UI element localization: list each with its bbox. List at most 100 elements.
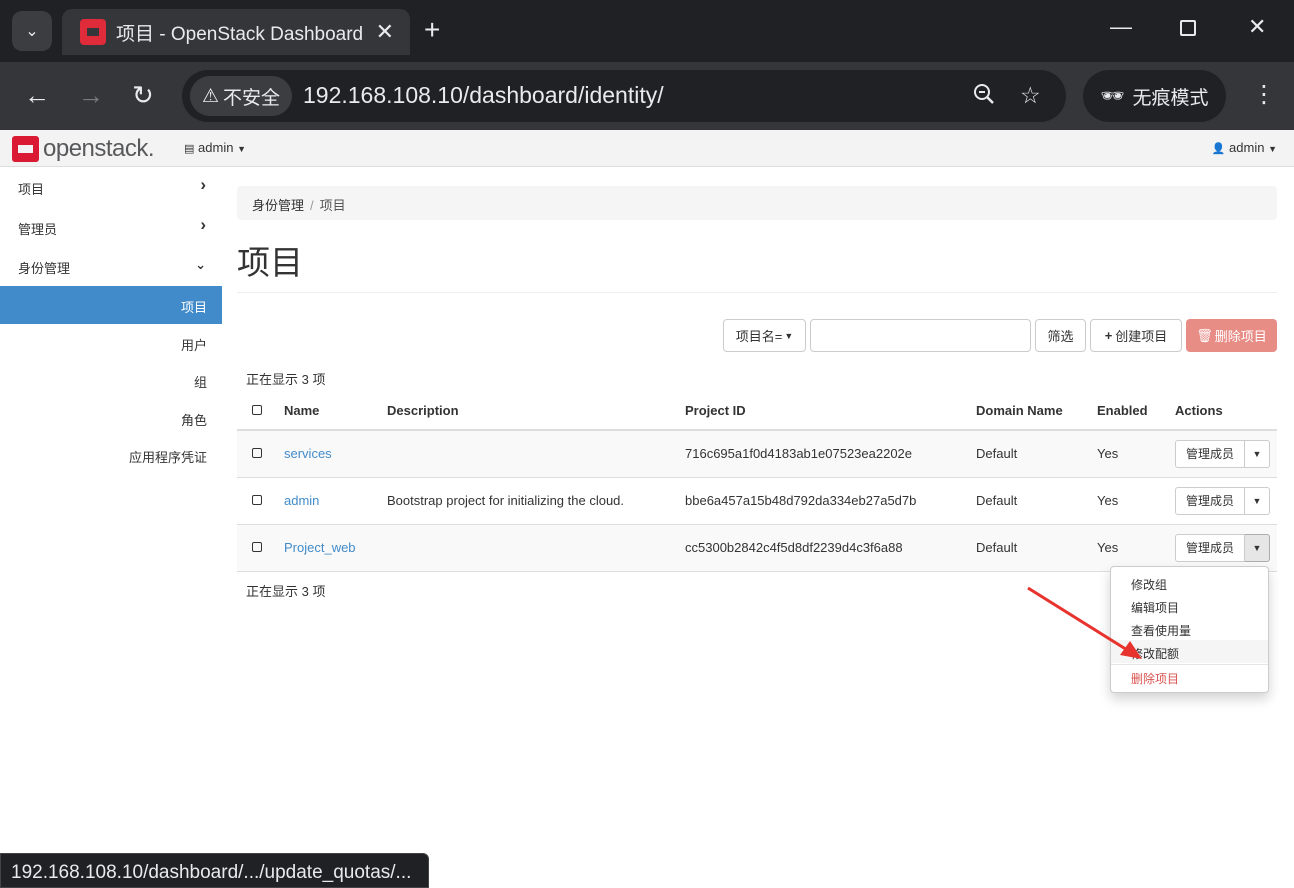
breadcrumb-current: 项目 <box>319 198 346 213</box>
status-bar-url: 192.168.108.10/dashboard/.../update_quot… <box>0 853 429 888</box>
item-count: 正在显示 3 项 <box>246 372 326 387</box>
window-close-icon[interactable]: ✕ <box>1248 14 1266 40</box>
security-label: 不安全 <box>223 87 281 109</box>
chevron-down-icon: ⌄ <box>195 257 206 272</box>
openstack-header: openstack. ▤ admin ▼ 👤 admin ▼ <box>0 130 1294 167</box>
create-project-button[interactable]: + 创建项目 <box>1090 319 1182 352</box>
table-row: admin Bootstrap project for initializing… <box>237 477 1277 525</box>
row-actions: 管理成员 ▼ <box>1175 439 1271 468</box>
sidebar-subitem-roles[interactable]: 角色 <box>181 410 207 429</box>
browser-menu-icon[interactable]: ⋮ <box>1252 80 1276 109</box>
project-enabled: Yes <box>1097 524 1175 572</box>
sidebar-item-admin[interactable]: 管理员 › <box>0 207 222 245</box>
sidebar-subitem-groups[interactable]: 组 <box>194 372 207 391</box>
openstack-logo[interactable]: openstack. <box>12 135 155 163</box>
manage-members-button[interactable]: 管理成员 <box>1175 439 1246 468</box>
plus-icon: + <box>1104 328 1113 343</box>
close-icon[interactable]: ✕ <box>376 19 394 45</box>
project-id: cc5300b2842c4f5d8df2239d4c3f6a88 <box>685 524 976 572</box>
back-arrow-icon[interactable]: ← <box>24 80 50 111</box>
manage-members-button[interactable]: 管理成员 <box>1175 486 1246 515</box>
user-menu-label: admin <box>1229 140 1265 155</box>
filter-button[interactable]: 筛选 <box>1035 319 1086 352</box>
project-name-link[interactable]: services <box>284 446 332 461</box>
project-domain: Default <box>976 430 1097 478</box>
browser-tab-bar: ⌄ 项目 - OpenStack Dashboard ✕ + — ✕ <box>0 0 1294 62</box>
filter-field-dropdown[interactable]: 项目名= ▼ <box>723 319 806 352</box>
sidebar-item-project[interactable]: 项目 › <box>0 167 222 205</box>
manage-members-button[interactable]: 管理成员 <box>1175 533 1246 562</box>
incognito-indicator[interactable]: 🕶 无痕模式 <box>1083 70 1226 122</box>
bookmark-star-icon[interactable]: ☆ <box>1020 82 1041 109</box>
row-checkbox[interactable] <box>252 495 262 505</box>
browser-tab[interactable]: 项目 - OpenStack Dashboard ✕ <box>62 9 410 55</box>
new-tab-icon[interactable]: + <box>424 14 440 46</box>
user-menu[interactable]: 👤 admin ▼ <box>1212 140 1277 155</box>
row-checkbox[interactable] <box>252 448 262 459</box>
chevron-down-icon: ⌄ <box>25 23 39 40</box>
maximize-icon[interactable] <box>1180 20 1196 36</box>
column-header-description[interactable]: Description <box>387 392 685 431</box>
user-icon: 👤 <box>1211 143 1226 155</box>
sidebar-subitem-app-credentials[interactable]: 应用程序凭证 <box>129 447 207 466</box>
delete-projects-button[interactable]: 🗑 删除项目 <box>1186 319 1277 352</box>
select-all-checkbox[interactable] <box>252 405 262 415</box>
address-bar[interactable]: ⚠ 不安全 192.168.108.10/dashboard/identity/… <box>182 70 1066 122</box>
warning-icon: ⚠ <box>201 85 220 107</box>
project-enabled: Yes <box>1097 477 1175 525</box>
sidebar-item-label: 身份管理 <box>18 261 71 276</box>
page-title: 项目 <box>237 244 303 281</box>
item-count-footer: 正在显示 3 项 <box>246 584 326 599</box>
breadcrumb-parent[interactable]: 身份管理 <box>252 198 304 213</box>
project-domain: Default <box>976 477 1097 525</box>
more-actions-caret-icon[interactable]: ▼ <box>1245 486 1271 515</box>
create-project-label: 创建项目 <box>1115 329 1168 344</box>
incognito-icon: 🕶 <box>1100 86 1125 107</box>
menu-item-delete-project[interactable]: 删除项目 <box>1111 665 1268 688</box>
zoom-icon[interactable] <box>972 82 996 112</box>
security-indicator[interactable]: ⚠ 不安全 <box>190 76 292 116</box>
caret-down-icon: ▼ <box>1268 144 1277 154</box>
more-actions-caret-icon[interactable]: ▼ <box>1245 439 1271 468</box>
project-selector-label: admin <box>198 140 234 155</box>
table-row: services 716c695a1f0d4183ab1e07523ea2202… <box>237 430 1277 478</box>
url-text[interactable]: 192.168.108.10/dashboard/identity/ <box>303 82 664 109</box>
reload-icon[interactable]: ↻ <box>132 80 154 111</box>
project-list-icon: ▤ <box>184 143 195 155</box>
breadcrumb: 身份管理 / 项目 <box>237 186 1277 220</box>
sidebar-subitem-users[interactable]: 用户 <box>181 335 207 354</box>
openstack-logo-icon <box>12 136 39 162</box>
row-actions: 管理成员 ▼ <box>1175 486 1271 515</box>
sidebar: 项目 › 管理员 › 身份管理 ⌄ 项目 用户 组 角色 应用程序凭证 <box>0 167 222 887</box>
sidebar-subitem-projects[interactable]: 项目 <box>0 286 222 324</box>
filter-field-label: 项目名= <box>735 329 783 344</box>
column-header-project-id[interactable]: Project ID <box>685 392 976 431</box>
divider <box>237 292 1277 293</box>
tab-search-button[interactable]: ⌄ <box>12 11 52 51</box>
tab-title: 项目 - OpenStack Dashboard <box>116 23 364 45</box>
project-description <box>387 524 685 572</box>
project-id: 716c695a1f0d4183ab1e07523ea2202e <box>685 430 976 478</box>
column-header-actions: Actions <box>1175 392 1277 431</box>
sidebar-subitem-label: 项目 <box>180 300 207 315</box>
column-header-domain-name[interactable]: Domain Name <box>976 392 1097 431</box>
sidebar-item-identity[interactable]: 身份管理 ⌄ <box>0 246 222 284</box>
forward-arrow-icon[interactable]: → <box>78 80 104 111</box>
project-name-link[interactable]: admin <box>284 493 319 508</box>
row-actions: 管理成员 ▼ <box>1175 533 1271 562</box>
column-header-name[interactable]: Name <box>284 392 387 431</box>
project-name-link[interactable]: Project_web <box>284 540 356 555</box>
chevron-right-icon: › <box>200 175 206 194</box>
minimize-icon[interactable]: — <box>1110 14 1132 40</box>
project-domain: Default <box>976 524 1097 572</box>
projects-table: Name Description Project ID Domain Name … <box>237 392 1277 572</box>
column-header-enabled[interactable]: Enabled <box>1097 392 1175 431</box>
project-selector[interactable]: ▤ admin ▼ <box>184 140 246 155</box>
sidebar-item-label: 管理员 <box>18 222 58 237</box>
sidebar-item-label: 项目 <box>18 182 45 197</box>
caret-down-icon: ▼ <box>237 144 246 154</box>
filter-input[interactable] <box>810 319 1031 352</box>
browser-toolbar: ← → ↻ ⚠ 不安全 192.168.108.10/dashboard/ide… <box>0 62 1294 130</box>
more-actions-caret-icon[interactable]: ▼ <box>1245 533 1271 562</box>
row-checkbox[interactable] <box>252 542 262 552</box>
